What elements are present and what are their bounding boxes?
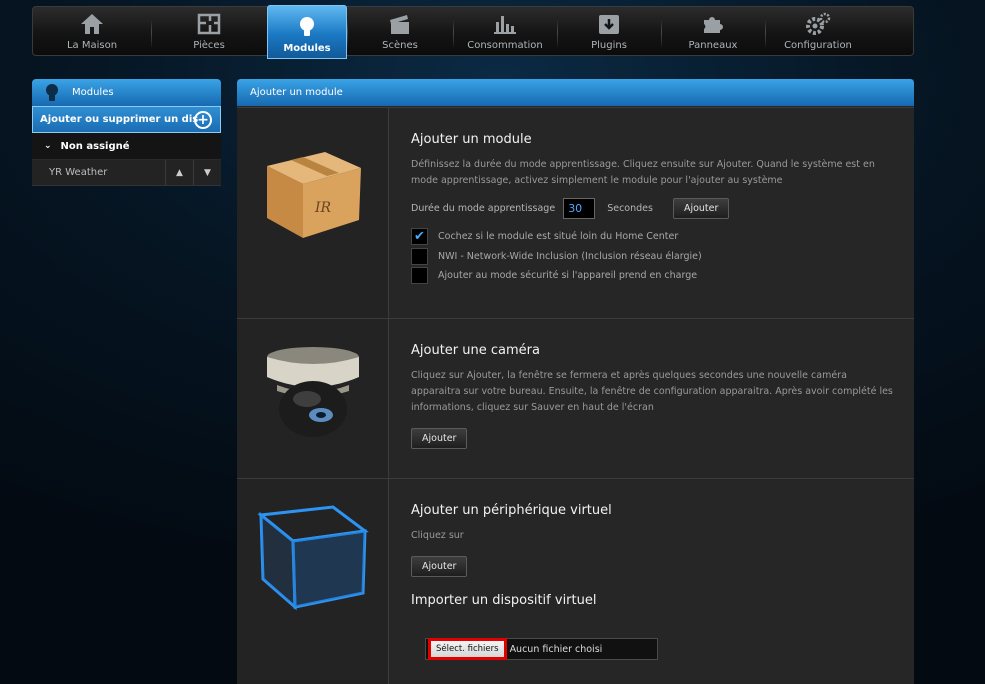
nav-panneaux[interactable]: Panneaux	[661, 7, 765, 55]
package-box-icon: IR	[267, 152, 361, 238]
module-content: Ajouter un module Définissez la durée du…	[411, 132, 894, 286]
option-label: Ajouter au mode sécurité si l'appareil p…	[438, 270, 698, 282]
section-add-virtual-device: Ajouter un périphérique virtuel Cliquez …	[237, 478, 914, 684]
group-label: Non assigné	[60, 140, 130, 152]
bulb-icon	[293, 14, 321, 40]
section-add-module: IR Ajouter un module Définissez la durée…	[237, 107, 914, 318]
nav-label: Configuration	[784, 40, 852, 51]
sidebar-item-yr-weather[interactable]: YR Weather ▲ ▼	[32, 160, 221, 186]
svg-text:IR: IR	[314, 200, 332, 216]
virtual-title: Ajouter un périphérique virtuel	[411, 503, 612, 518]
panel-header: Ajouter un module	[237, 79, 914, 106]
module-options: ✔ Cochez si le module est situé loin du …	[411, 227, 894, 286]
duration-label: Durée du mode apprentissage	[411, 203, 556, 214]
add-remove-label: Ajouter ou supprimer un dis	[40, 114, 199, 125]
file-input[interactable]: Sélect. fichiers Aucun fichier choisi	[425, 638, 658, 660]
nav-label: Plugins	[591, 40, 627, 51]
camera-description: Cliquez sur Ajouter, la fenêtre se ferme…	[411, 370, 893, 413]
nav-label: Scènes	[382, 40, 418, 51]
nav-configuration[interactable]: Configuration	[765, 7, 871, 55]
checkbox-far[interactable]: ✔	[411, 228, 428, 246]
bulb-icon	[46, 83, 58, 101]
reorder-controls: ▲ ▼	[165, 160, 221, 185]
sidebar: Modules Ajouter ou supprimer un dis + ⌄ …	[32, 79, 221, 186]
import-title: Importer un dispositif virtuel	[411, 593, 597, 608]
nav-label: Pièces	[193, 40, 225, 51]
option-label: Cochez si le module est situé loin du Ho…	[438, 231, 679, 243]
option-security-mode: Ajouter au mode sécurité si l'appareil p…	[411, 266, 894, 286]
nav-scenes[interactable]: Scènes	[347, 7, 453, 55]
nav-label: Modules	[283, 43, 331, 54]
seconds-label: Secondes	[607, 203, 653, 214]
gears-icon	[804, 11, 832, 37]
nav-label: La Maison	[66, 40, 118, 51]
module-title: Ajouter un module	[411, 132, 532, 147]
checkbox-security[interactable]	[411, 267, 428, 285]
section-image	[237, 319, 389, 478]
move-down-icon[interactable]: ▼	[193, 160, 221, 185]
virtual-content: Ajouter un périphérique virtuel Cliquez …	[411, 503, 894, 618]
sidebar-item-label: YR Weather	[49, 167, 108, 178]
plus-circle-icon[interactable]: +	[194, 111, 212, 129]
add-camera-button[interactable]: Ajouter	[411, 428, 468, 449]
nav-consommation[interactable]: Consommation	[453, 7, 557, 55]
checkbox-nwi[interactable]	[411, 247, 428, 265]
chart-icon	[491, 11, 519, 37]
nav-la-maison[interactable]: La Maison	[33, 7, 151, 55]
top-navigation: La Maison Pièces Modules Scènes Consomma…	[32, 5, 914, 59]
add-module-button[interactable]: Ajouter	[672, 198, 730, 219]
download-box-icon	[595, 11, 623, 37]
add-remove-device-button[interactable]: Ajouter ou supprimer un dis +	[32, 106, 221, 133]
virtual-description: Cliquez sur	[411, 530, 464, 541]
nav-pieces[interactable]: Pièces	[151, 7, 267, 55]
virtual-cube-icon	[257, 505, 369, 611]
option-nwi: NWI - Network-Wide Inclusion (Inclusion …	[411, 247, 894, 267]
section-image: IR	[237, 108, 389, 318]
move-up-icon[interactable]: ▲	[165, 160, 193, 185]
panel-title: Ajouter un module	[250, 87, 343, 98]
module-description: Définissez la durée du mode apprentissag…	[411, 159, 875, 186]
file-status: Aucun fichier choisi	[509, 643, 603, 655]
nav-label: Panneaux	[688, 40, 738, 51]
option-far-from-home-center: ✔ Cochez si le module est situé loin du …	[411, 227, 894, 247]
camera-icon	[267, 347, 359, 437]
duration-input[interactable]	[563, 198, 596, 219]
select-files-button[interactable]: Sélect. fichiers	[428, 638, 507, 660]
add-virtual-button[interactable]: Ajouter	[411, 556, 468, 577]
learning-duration-row: Durée du mode apprentissage Secondes Ajo…	[411, 198, 894, 219]
option-label: NWI - Network-Wide Inclusion (Inclusion …	[438, 250, 702, 262]
puzzle-icon	[699, 11, 727, 37]
sidebar-group-unassigned[interactable]: ⌄ Non assigné	[32, 133, 221, 160]
nav-modules[interactable]: Modules	[267, 5, 347, 59]
nav-plugins[interactable]: Plugins	[557, 7, 661, 55]
chevron-down-icon: ⌄	[44, 141, 52, 151]
house-icon	[78, 11, 106, 37]
clapper-icon	[386, 11, 414, 37]
nav-label: Consommation	[467, 40, 543, 51]
sidebar-title: Modules	[72, 87, 114, 98]
sidebar-header: Modules	[32, 79, 221, 106]
add-module-panel: Ajouter un module IR Ajouter un module D…	[237, 79, 914, 684]
camera-content: Ajouter une caméra Cliquez sur Ajouter, …	[411, 343, 894, 449]
section-image	[237, 479, 389, 684]
section-add-camera: Ajouter une caméra Cliquez sur Ajouter, …	[237, 318, 914, 478]
floorplan-icon	[195, 11, 223, 37]
camera-title: Ajouter une caméra	[411, 343, 540, 358]
